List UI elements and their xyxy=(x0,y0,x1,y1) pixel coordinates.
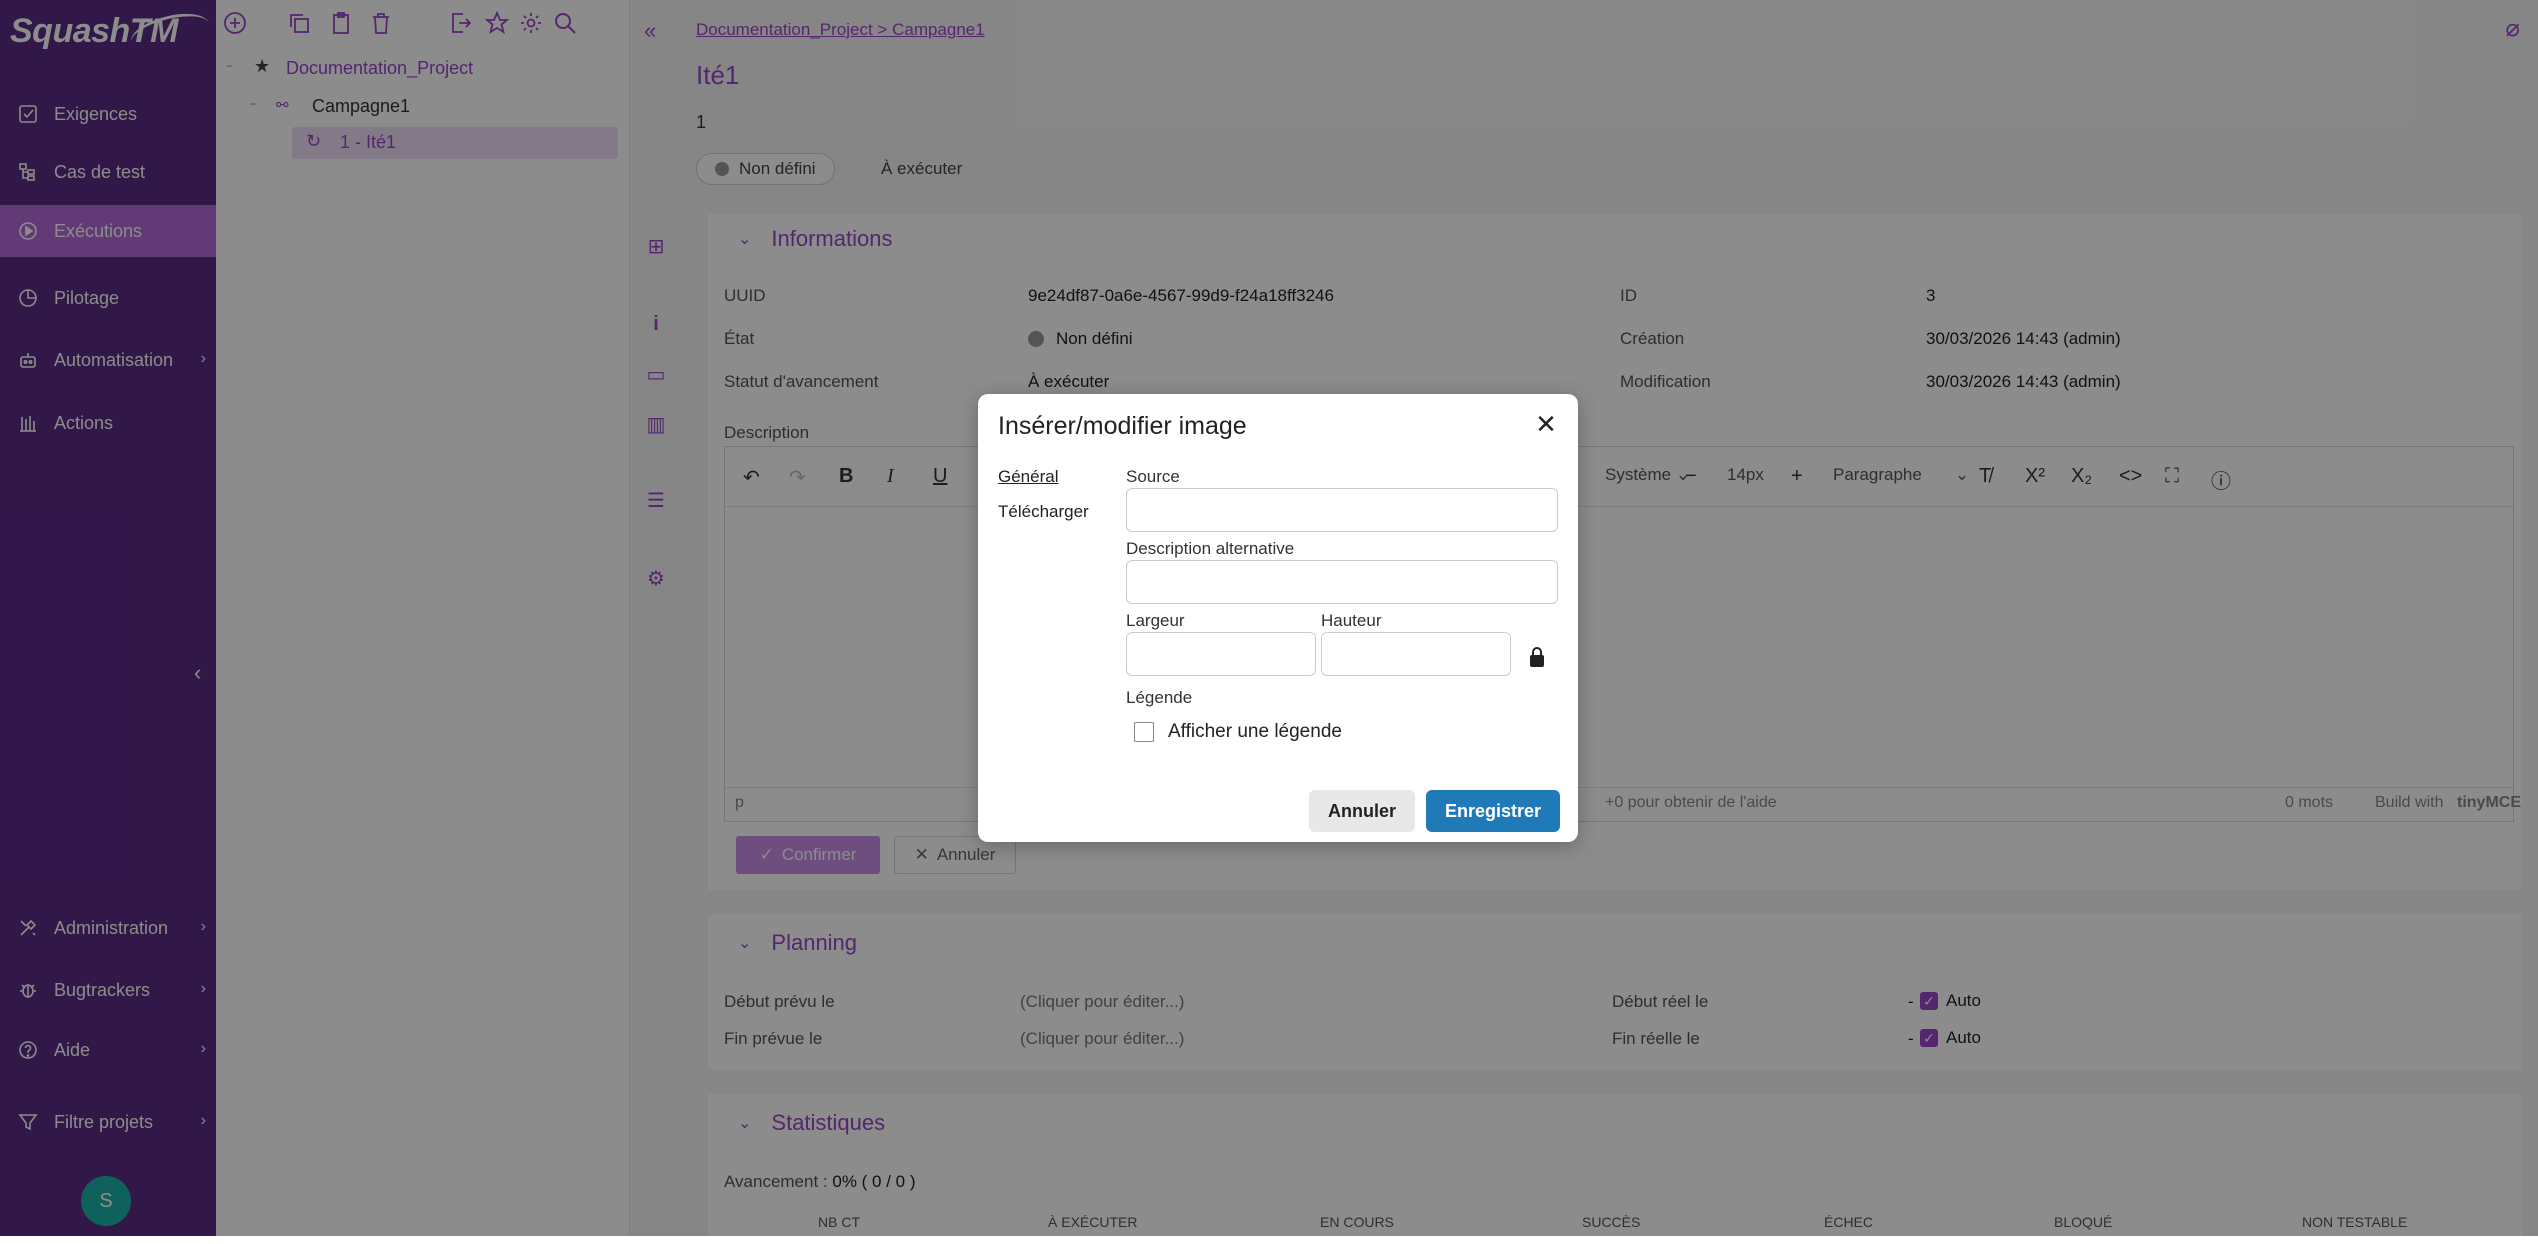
show-caption-label[interactable]: Afficher une légende xyxy=(1168,721,1342,743)
source-input[interactable] xyxy=(1126,488,1558,532)
caption-section-label: Légende xyxy=(1126,688,1193,707)
save-button[interactable]: Enregistrer xyxy=(1426,790,1560,832)
dialog-title: Insérer/modifier image xyxy=(998,412,1247,440)
width-label: Largeur xyxy=(1126,611,1185,630)
alt-description-input[interactable] xyxy=(1126,560,1558,604)
cancel-button[interactable]: Annuler xyxy=(1309,790,1415,832)
alt-description-label: Description alternative xyxy=(1126,539,1295,558)
insert-image-dialog: Insérer/modifier image ✕ Général Télécha… xyxy=(978,394,1578,842)
lock-aspect-ratio-icon[interactable] xyxy=(1529,647,1545,667)
tab-general[interactable]: Général xyxy=(998,467,1058,487)
height-input[interactable] xyxy=(1321,632,1511,676)
width-input[interactable] xyxy=(1126,632,1316,676)
tab-upload[interactable]: Télécharger xyxy=(998,502,1089,522)
close-icon[interactable]: ✕ xyxy=(1532,410,1560,438)
height-label: Hauteur xyxy=(1321,611,1382,630)
source-label: Source xyxy=(1126,467,1180,486)
show-caption-checkbox[interactable] xyxy=(1134,722,1154,742)
